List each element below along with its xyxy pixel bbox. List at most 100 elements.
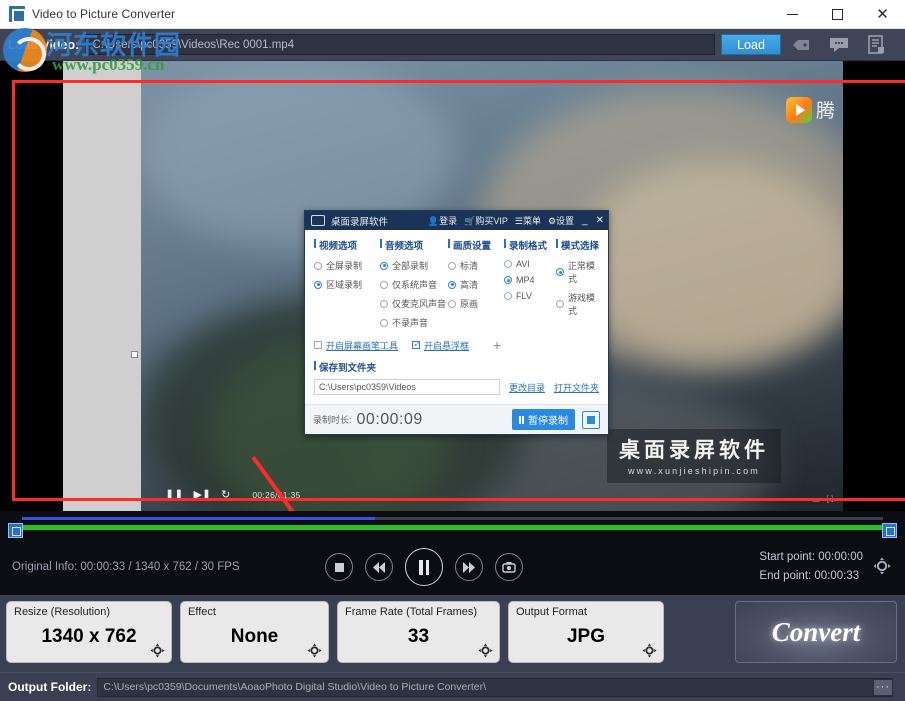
stop-button[interactable]	[325, 553, 353, 581]
radio-audio-all[interactable]: 全部录制	[380, 259, 448, 272]
radio-mode-game[interactable]: 游戏模式	[556, 291, 599, 317]
radio-icon	[504, 292, 512, 300]
recording-duration-value: 00:00:09	[357, 411, 423, 429]
recorder-menu-button[interactable]: ☰菜单	[515, 214, 541, 227]
trim-start-handle[interactable]	[8, 523, 23, 538]
recorder-pause-label: 暂停录制	[528, 412, 568, 427]
recorder-minimize-button[interactable]: _	[582, 215, 588, 226]
close-button[interactable]: ✕	[860, 0, 905, 29]
recorder-column-format: 录制格式 AVI MP4 FLV	[504, 238, 556, 335]
settings-gear-icon[interactable]	[873, 557, 891, 575]
radio-icon	[504, 276, 512, 284]
minimize-icon	[787, 14, 798, 15]
checkbox-icon	[314, 341, 322, 349]
recorder-save-path-input[interactable]: C:\Users\pc0359\Videos	[314, 379, 500, 395]
output-format-title: Output Format	[516, 606, 663, 618]
radio-label: FLV	[516, 291, 532, 301]
selection-range	[22, 525, 883, 530]
resize-gear-icon[interactable]	[150, 643, 165, 658]
pause-icon	[419, 560, 429, 575]
radio-icon	[504, 260, 512, 268]
annotation-arrow-icon	[247, 451, 337, 511]
maximize-button[interactable]	[815, 0, 860, 29]
video-preview-stage[interactable]: 腾 桌面录屏软件 www.xunjieshipin.com ❚❚ ▶❚ ↻ 00…	[0, 61, 905, 511]
next-frame-button[interactable]	[455, 553, 483, 581]
recorder-close-button[interactable]: ✕	[596, 215, 604, 226]
pause-button[interactable]	[405, 548, 443, 586]
radio-icon	[314, 262, 322, 270]
recorder-option-columns: 视频选项 全屏录制 区域录制 音频选项 全部录制 仅系统声音 仅麦克风声音 不录…	[314, 238, 599, 335]
comment-icon[interactable]	[829, 35, 849, 55]
screen-recorder-dialog[interactable]: 桌面录屏软件 👤登录 🛒购买VIP ☰菜单 ⚙设置 _ ✕ 视频选项 全屏录制 …	[304, 210, 609, 435]
recorder-settings-label: 设置	[556, 216, 574, 226]
recorder-title: 桌面录屏软件	[331, 214, 388, 228]
output-folder-input[interactable]: C:\Users\pc0359\Documents\AoaoPhoto Digi…	[97, 678, 893, 697]
radio-icon	[380, 319, 388, 327]
output-format-card[interactable]: Output Format JPG	[508, 601, 664, 663]
playback-track[interactable]	[22, 517, 883, 520]
radio-quality-standard[interactable]: 标清	[448, 259, 504, 272]
radio-region-record[interactable]: 区域录制	[314, 278, 380, 291]
effect-gear-icon[interactable]	[307, 643, 322, 658]
radio-audio-none[interactable]: 不录声音	[380, 316, 448, 329]
radio-fullscreen-record[interactable]: 全屏录制	[314, 259, 380, 272]
change-directory-link[interactable]: 更改目录	[509, 381, 545, 394]
plus-icon[interactable]: +	[493, 337, 501, 353]
previous-frame-button[interactable]	[365, 553, 393, 581]
radio-mode-normal[interactable]: 正常模式	[556, 259, 599, 285]
register-icon[interactable]	[867, 35, 887, 55]
end-point-label: End point: 00:00:33	[759, 567, 863, 586]
framerate-card[interactable]: Frame Rate (Total Frames) 33	[337, 601, 500, 663]
video-path-input[interactable]: C:\Users\pc0359\Videos\Rec 0001.mp4	[85, 34, 715, 55]
timeline-trim-bar[interactable]	[0, 511, 905, 539]
recorder-settings-button[interactable]: ⚙设置	[548, 214, 574, 227]
recorder-app-icon	[311, 215, 325, 226]
selection-track[interactable]	[22, 525, 883, 530]
radio-format-avi[interactable]: AVI	[504, 259, 556, 269]
radio-label: AVI	[516, 259, 530, 269]
radio-quality-original[interactable]: 原画	[448, 297, 504, 310]
framerate-gear-icon[interactable]	[478, 643, 493, 658]
radio-icon	[314, 281, 322, 289]
minimize-button[interactable]	[770, 0, 815, 29]
selection-drag-handle[interactable]	[131, 351, 138, 358]
checkbox-icon	[412, 341, 420, 349]
checkbox-screen-pen-tool[interactable]: 开启屏幕画笔工具	[314, 339, 398, 352]
recorder-pause-button[interactable]: 暂停录制	[512, 409, 576, 430]
recorder-heading-format: 录制格式	[504, 238, 556, 252]
effect-card[interactable]: Effect None	[180, 601, 329, 663]
radio-audio-mic[interactable]: 仅麦克风声音	[380, 297, 448, 310]
output-format-gear-icon[interactable]	[642, 643, 657, 658]
recorder-login-button[interactable]: 👤登录	[428, 214, 457, 227]
radio-label: 原画	[460, 297, 478, 310]
app-window-icon	[9, 6, 25, 22]
recorder-save-heading: 保存到文件夹	[314, 360, 599, 374]
pause-icon	[519, 416, 525, 424]
recorder-vip-button[interactable]: 🛒购买VIP	[464, 214, 508, 227]
radio-quality-hd[interactable]: 高清	[448, 278, 504, 291]
radio-icon	[556, 268, 564, 276]
recorder-login-label: 登录	[439, 216, 457, 226]
radio-icon	[448, 262, 456, 270]
checkbox-floating-bar[interactable]: 开启悬浮框	[412, 339, 469, 352]
convert-button[interactable]: Convert	[735, 601, 897, 663]
close-icon: ✕	[876, 7, 889, 22]
radio-format-mp4[interactable]: MP4	[504, 275, 556, 285]
browse-folder-button[interactable]: ···	[873, 679, 893, 696]
radio-icon	[380, 281, 388, 289]
radio-audio-system[interactable]: 仅系统声音	[380, 278, 448, 291]
snapshot-button[interactable]	[495, 553, 523, 581]
load-button[interactable]: Load	[721, 34, 781, 55]
radio-icon	[380, 262, 388, 270]
tag-icon[interactable]	[791, 35, 811, 55]
recorder-menu-label: 菜单	[523, 216, 541, 226]
radio-format-flv[interactable]: FLV	[504, 291, 556, 301]
radio-icon	[380, 300, 388, 308]
trim-end-handle[interactable]	[882, 523, 897, 538]
recorder-stop-button[interactable]	[582, 411, 600, 429]
open-folder-link[interactable]: 打开文件夹	[554, 381, 599, 394]
window-titlebar: Video to Picture Converter ✕	[0, 0, 905, 29]
recorder-titlebar: 桌面录屏软件 👤登录 🛒购买VIP ☰菜单 ⚙设置 _ ✕	[305, 211, 608, 230]
output-folder-label: Output Folder:	[8, 680, 91, 694]
resize-card[interactable]: Resize (Resolution) 1340 x 762	[6, 601, 172, 663]
